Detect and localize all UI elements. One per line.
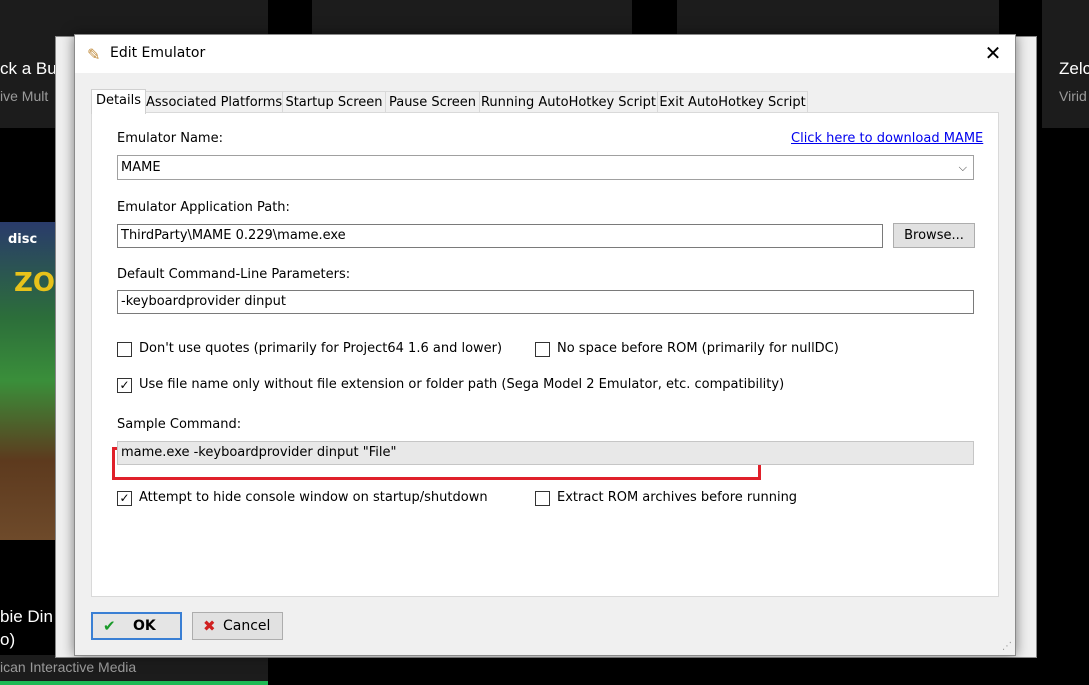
no-space-label: No space before ROM (primarily for nullD… — [557, 341, 839, 356]
hide-console-checkbox[interactable]: ✓ — [117, 491, 132, 506]
emulator-name-label: Emulator Name: — [117, 131, 223, 146]
cancel-label: Cancel — [223, 618, 271, 634]
bg-tile-center — [312, 0, 632, 36]
bg-tile-left-title[interactable]: ck a Bu — [0, 59, 57, 79]
edit-emulator-dialog: ✎ Edit Emulator ✕ Details Associated Pla… — [74, 34, 1016, 656]
cancel-button[interactable]: ✖ Cancel — [192, 612, 283, 640]
extract-rom-checkbox[interactable] — [535, 491, 550, 506]
game-cover-art[interactable]: disc ZO — [0, 222, 55, 540]
filename-only-checkbox[interactable]: ✓ — [117, 378, 132, 393]
params-label: Default Command-Line Parameters: — [117, 267, 351, 282]
bg-tile-right-title[interactable]: Zelc — [1059, 59, 1089, 79]
tab-pause-screen[interactable]: Pause Screen — [385, 91, 480, 113]
title-bar[interactable]: ✎ Edit Emulator ✕ — [75, 35, 1015, 73]
tab-startup-screen[interactable]: Startup Screen — [282, 91, 386, 113]
cover-disc-logo: disc — [8, 232, 38, 247]
bg-bottom-title-1[interactable]: bie Din — [0, 607, 53, 627]
hide-console-label: Attempt to hide console window on startu… — [139, 490, 488, 505]
extract-rom-label: Extract ROM archives before running — [557, 490, 798, 505]
app-path-input[interactable]: ThirdParty\MAME 0.229\mame.exe — [117, 224, 883, 248]
chevron-down-icon[interactable]: ⌵ — [959, 156, 967, 179]
download-mame-link[interactable]: Click here to download MAME — [791, 131, 983, 146]
checkmark-icon: ✔ — [103, 617, 116, 635]
bg-bottom-title-2[interactable]: o) — [0, 630, 15, 650]
ok-label: OK — [133, 618, 156, 634]
bg-tile-left-subtitle: ive Mult — [0, 88, 49, 104]
no-space-checkbox[interactable] — [535, 342, 550, 357]
sample-command-label: Sample Command: — [117, 417, 242, 432]
bg-progress-bar — [0, 681, 268, 685]
params-input[interactable]: -keyboardprovider dinput — [117, 290, 974, 314]
emulator-name-select[interactable]: MAME ⌵ — [117, 155, 974, 180]
filename-only-label: Use file name only without file extensio… — [139, 377, 785, 392]
cancel-x-icon: ✖ — [203, 617, 216, 635]
sample-command-field: mame.exe -keyboardprovider dinput "File" — [117, 441, 974, 465]
tab-exit-autohotkey-script[interactable]: Exit AutoHotkey Script — [657, 91, 808, 113]
no-quotes-checkbox[interactable] — [117, 342, 132, 357]
bg-tile-right-subtitle: Virid — [1059, 88, 1087, 104]
close-button[interactable]: ✕ — [981, 41, 1005, 65]
bg-tile-right-a — [677, 0, 999, 36]
tab-running-autohotkey-script[interactable]: Running AutoHotkey Script — [479, 91, 658, 113]
pencil-icon: ✎ — [87, 45, 101, 64]
browse-button[interactable]: Browse... — [893, 223, 975, 248]
details-panel: Emulator Name: Click here to download MA… — [91, 112, 999, 597]
emulator-name-value: MAME — [121, 160, 161, 175]
tab-associated-platforms[interactable]: Associated Platforms — [145, 91, 283, 113]
bg-bottom-publisher: ican Interactive Media — [0, 659, 137, 675]
no-quotes-label: Don't use quotes (primarily for Project6… — [139, 341, 503, 356]
dialog-title: Edit Emulator — [110, 45, 206, 61]
app-path-label: Emulator Application Path: — [117, 200, 290, 215]
resize-grip-icon[interactable]: ⋰ — [1002, 641, 1012, 652]
tab-details[interactable]: Details — [91, 89, 146, 114]
cover-title-art: ZO — [14, 268, 55, 298]
ok-button[interactable]: ✔ OK — [91, 612, 182, 640]
